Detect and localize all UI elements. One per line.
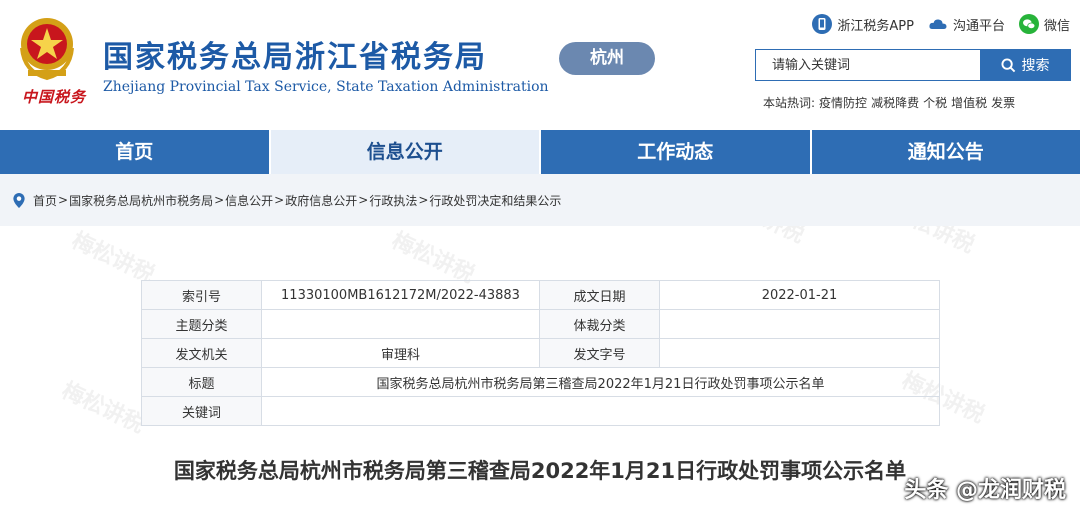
top-link-label: 微信 <box>1043 18 1070 34</box>
nav-item-work-news[interactable]: 工作动态 <box>541 130 812 174</box>
meta-label: 标题 <box>141 367 262 397</box>
meta-label: 发文字号 <box>539 338 660 368</box>
city-badge[interactable]: 杭州 <box>559 42 655 75</box>
top-link-wechat[interactable]: 微信 <box>1018 14 1070 34</box>
top-link-label: 沟通平台 <box>952 18 1005 34</box>
breadcrumb-separator: > <box>418 193 429 207</box>
table-row: 索引号 11330100MB1612172M/2022-43883 成文日期 2… <box>141 280 940 310</box>
meta-value: 国家税务总局杭州市税务局第三稽查局2022年1月21日行政处罚事项公示名单 <box>261 367 940 397</box>
top-links: 浙江税务APP 沟通平台 微信 <box>812 14 1070 34</box>
mobile-app-icon <box>812 14 833 34</box>
meta-value: 11330100MB1612172M/2022-43883 <box>261 280 540 310</box>
search-button[interactable]: 搜索 <box>980 50 1070 80</box>
breadcrumb-separator: > <box>274 193 285 207</box>
nav-item-notices[interactable]: 通知公告 <box>812 130 1080 174</box>
top-link-app[interactable]: 浙江税务APP <box>812 14 914 34</box>
hotword-link[interactable]: 发票 <box>991 94 1015 111</box>
nav-item-info-disclosure[interactable]: 信息公开 <box>270 130 541 174</box>
hotword-link[interactable]: 个税 <box>923 94 947 111</box>
meta-value <box>261 396 940 426</box>
table-row: 主题分类 体裁分类 <box>141 309 940 339</box>
breadcrumb-item[interactable]: 行政执法 <box>369 192 417 209</box>
table-row: 标题 国家税务总局杭州市税务局第三稽查局2022年1月21日行政处罚事项公示名单 <box>141 367 940 397</box>
breadcrumb-item[interactable]: 行政处罚决定和结果公示 <box>429 192 561 209</box>
meta-value <box>261 309 540 339</box>
search-icon <box>1000 57 1015 72</box>
site-header: 中国税务 国家税务总局浙江省税务局 Zhejiang Provincial Ta… <box>0 0 1080 130</box>
breadcrumb-item[interactable]: 首页 <box>33 192 57 209</box>
meta-value: 审理科 <box>261 338 540 368</box>
location-pin-icon <box>13 192 25 208</box>
hotword-link[interactable]: 增值税 <box>951 94 987 111</box>
nav-item-home[interactable]: 首页 <box>0 130 271 174</box>
hotwords-label: 本站热词: <box>763 96 816 110</box>
wechat-icon <box>1018 14 1039 34</box>
meta-value <box>659 309 940 339</box>
hotwords: 本站热词: 疫情防控 减税降费 个税 增值税 发票 <box>763 94 1015 111</box>
document-meta-table: 索引号 11330100MB1612172M/2022-43883 成文日期 2… <box>141 280 940 426</box>
site-title[interactable]: 国家税务总局浙江省税务局 <box>103 32 487 76</box>
breadcrumb-item[interactable]: 信息公开 <box>225 192 273 209</box>
breadcrumb-separator: > <box>58 193 69 207</box>
table-row: 关键词 <box>141 396 940 426</box>
meta-label: 索引号 <box>141 280 262 310</box>
cloud-icon <box>929 19 947 29</box>
meta-label: 发文机关 <box>141 338 262 368</box>
tax-emblem-icon <box>20 18 74 81</box>
search-box: 搜索 <box>755 49 1071 81</box>
hotword-link[interactable]: 疫情防控 <box>819 94 867 111</box>
breadcrumb: 首页 > 国家税务总局杭州市税务局 > 信息公开 > 政府信息公开 > 行政执法 > 行政… <box>0 174 1080 226</box>
search-input[interactable] <box>756 50 980 80</box>
search-button-label: 搜索 <box>1021 58 1050 74</box>
meta-label: 体裁分类 <box>539 309 660 339</box>
meta-value <box>659 338 940 368</box>
breadcrumb-separator: > <box>358 193 369 207</box>
site-subtitle: Zhejiang Provincial Tax Service, State T… <box>103 79 549 95</box>
faint-watermark: 梅松讲税 <box>57 378 149 439</box>
breadcrumb-item[interactable]: 政府信息公开 <box>285 192 357 209</box>
logo-text: 中国税务 <box>22 88 87 106</box>
main-nav: 首页 信息公开 工作动态 通知公告 <box>0 130 1080 174</box>
meta-value: 2022-01-21 <box>659 280 940 310</box>
meta-label: 主题分类 <box>141 309 262 339</box>
meta-label: 关键词 <box>141 396 262 426</box>
meta-label: 成文日期 <box>539 280 660 310</box>
hotword-link[interactable]: 减税降费 <box>871 94 919 111</box>
breadcrumb-item[interactable]: 国家税务总局杭州市税务局 <box>69 192 213 209</box>
top-link-label: 浙江税务APP <box>837 18 914 34</box>
breadcrumb-separator: > <box>214 193 225 207</box>
top-link-platform[interactable]: 沟通平台 <box>928 14 1005 34</box>
table-row: 发文机关 审理科 发文字号 <box>141 338 940 368</box>
source-watermark: 头条 @龙润财税 <box>904 478 1066 503</box>
